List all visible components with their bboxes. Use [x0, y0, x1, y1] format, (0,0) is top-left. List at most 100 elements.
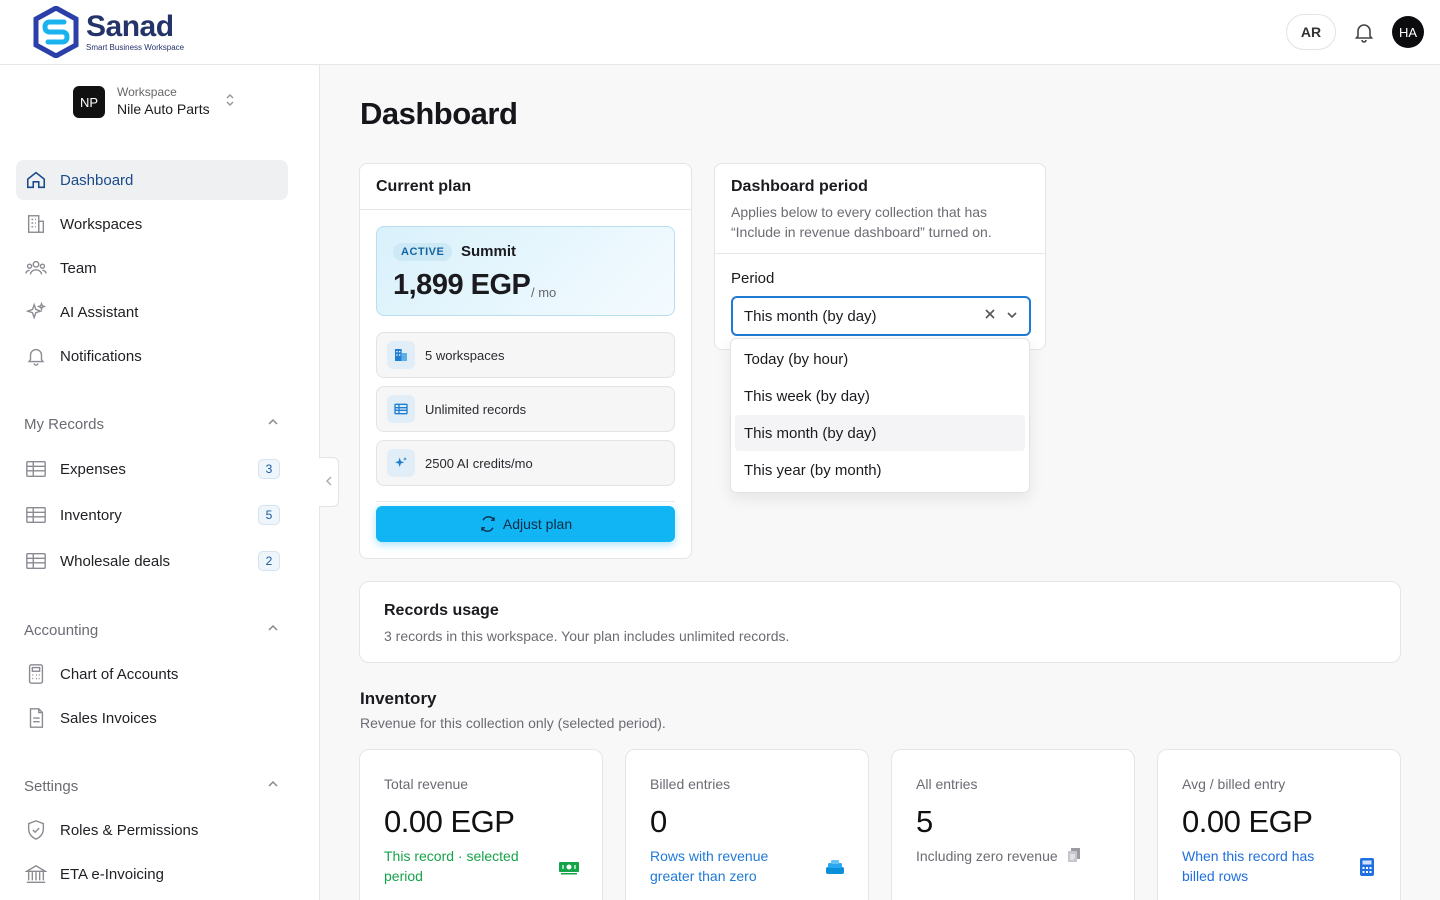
period-select[interactable]: This month (by day) — [731, 296, 1031, 336]
chevron-up-icon — [266, 777, 280, 795]
stack-icon — [824, 856, 846, 878]
building-icon — [24, 212, 48, 236]
chevron-up-down-icon — [224, 91, 236, 114]
sidebar-item-notifications[interactable]: Notifications — [16, 336, 288, 376]
sidebar-item-label: Dashboard — [60, 171, 134, 189]
section-description: Revenue for this collection only (select… — [360, 715, 666, 731]
sidebar-collapse-button[interactable] — [319, 457, 339, 507]
section-title: Accounting — [24, 621, 99, 639]
adjust-plan-button[interactable]: Adjust plan — [376, 506, 675, 542]
stat-value: 0 — [650, 804, 667, 839]
sidebar-item-dashboard[interactable]: Dashboard — [16, 160, 288, 200]
sparkles-icon — [387, 449, 415, 477]
sidebar-item-team[interactable]: Team — [16, 248, 288, 288]
shield-icon — [24, 818, 48, 842]
team-icon — [24, 256, 48, 280]
stat-caption: When this record has billed rows — [1182, 846, 1342, 886]
chevron-up-icon — [266, 621, 280, 639]
sidebar-item-label: Roles & Permissions — [60, 821, 199, 839]
stat-caption: This record · selected period — [384, 846, 544, 886]
plan-summary: ACTIVE Summit 1,899 EGP / mo — [376, 226, 675, 316]
section-settings[interactable]: Settings — [24, 776, 280, 796]
stat-card-billed-entries: Billed entries 0 Rows with revenue great… — [625, 749, 869, 900]
plan-feature-ai-credits: 2500 AI credits/mo — [376, 440, 675, 486]
workspace-switcher[interactable]: NP Workspace Nile Auto Parts — [73, 85, 236, 119]
dropdown-option[interactable]: Today (by hour) — [735, 341, 1025, 377]
card-description: Applies below to every collection that h… — [731, 202, 1029, 242]
workspace-label: Workspace — [117, 85, 177, 99]
sparkles-icon — [24, 300, 48, 324]
sidebar-item-workspaces[interactable]: Workspaces — [16, 204, 288, 244]
sidebar-item-label: Team — [60, 259, 97, 277]
stat-label: Total revenue — [384, 776, 469, 792]
feature-label: 5 workspaces — [425, 347, 505, 363]
sidebar-item-eta-e-invoicing[interactable]: ETA e-Invoicing — [16, 854, 288, 894]
sidebar-item-sales-invoices[interactable]: Sales Invoices — [16, 698, 288, 738]
brand-name: Sanad — [86, 9, 174, 43]
chevron-down-icon[interactable] — [1005, 308, 1019, 326]
top-bar: Sanad Smart Business Workspace AR HA — [0, 0, 1440, 65]
description-line: Applies below to every collection that h… — [731, 204, 988, 220]
dropdown-option[interactable]: This week (by day) — [735, 378, 1025, 414]
section-accounting[interactable]: Accounting — [24, 620, 280, 640]
brand-logo[interactable]: Sanad Smart Business Workspace — [32, 6, 184, 58]
stat-label: All entries — [916, 776, 978, 792]
table-icon — [387, 395, 415, 423]
notifications-bell-icon[interactable] — [1352, 20, 1376, 44]
caption-line: This record · selected — [384, 848, 519, 864]
stat-value: 0.00 EGP — [384, 804, 515, 839]
sidebar-item-label: Chart of Accounts — [60, 665, 179, 683]
count-badge: 3 — [258, 459, 280, 479]
plan-name: Summit — [461, 243, 517, 260]
records-usage-card: Records usage 3 records in this workspac… — [359, 581, 1401, 663]
period-label: Period — [731, 270, 775, 287]
count-badge: 5 — [258, 505, 280, 525]
brand-tagline: Smart Business Workspace — [86, 42, 185, 52]
feature-label: Unlimited records — [425, 401, 527, 417]
plan-feature-workspaces: 5 workspaces — [376, 332, 675, 378]
count-badge: 2 — [258, 551, 280, 571]
status-badge: ACTIVE — [393, 243, 453, 261]
stat-label: Avg / billed entry — [1182, 776, 1286, 792]
stat-label: Billed entries — [650, 776, 731, 792]
table-icon — [24, 503, 48, 527]
card-title: Current plan — [360, 164, 691, 210]
button-label: Adjust plan — [502, 516, 573, 532]
document-icon — [24, 706, 48, 730]
sidebar-item-label: Workspaces — [60, 215, 143, 233]
sidebar-item-label: ETA e-Invoicing — [60, 865, 164, 883]
sidebar-item-label: Inventory — [60, 506, 122, 524]
workspace-name: Nile Auto Parts — [117, 101, 210, 117]
sidebar-item-label: Wholesale deals — [60, 552, 171, 570]
logo-hexagon-icon — [33, 6, 79, 58]
bank-icon — [24, 862, 48, 886]
dropdown-option[interactable]: This year (by month) — [735, 452, 1025, 488]
dropdown-option-selected[interactable]: This month (by day) — [735, 415, 1025, 451]
caption-line: billed rows — [1182, 868, 1249, 884]
user-avatar[interactable]: HA — [1392, 16, 1424, 48]
caption-line: greater than zero — [650, 868, 757, 884]
documents-icon — [1066, 847, 1082, 868]
page-title: Dashboard — [360, 96, 518, 131]
card-title: Records usage — [384, 602, 499, 619]
section-my-records[interactable]: My Records — [24, 414, 280, 434]
bell-icon — [24, 344, 48, 368]
sidebar-item-inventory[interactable]: Inventory 5 — [16, 495, 288, 535]
stat-caption: Including zero revenue — [916, 846, 1116, 868]
home-icon — [24, 168, 48, 192]
sidebar-item-roles-permissions[interactable]: Roles & Permissions — [16, 810, 288, 850]
sidebar-item-chart-of-accounts[interactable]: Chart of Accounts — [16, 654, 288, 694]
divider — [376, 501, 675, 502]
caption-line: When this record has — [1182, 848, 1315, 864]
current-plan-card: Current plan ACTIVE Summit 1,899 EGP / m… — [359, 163, 692, 559]
sidebar-item-expenses[interactable]: Expenses 3 — [16, 449, 288, 489]
sidebar-item-wholesale-deals[interactable]: Wholesale deals 2 — [16, 541, 288, 581]
stat-value: 5 — [916, 804, 933, 839]
dashboard-period-card: Dashboard period Applies below to every … — [714, 163, 1046, 350]
clear-icon[interactable] — [983, 307, 997, 326]
calculator-icon — [1356, 856, 1378, 878]
language-toggle-button[interactable]: AR — [1286, 14, 1336, 50]
card-title: Dashboard period — [731, 178, 868, 195]
sidebar-item-label: Notifications — [60, 347, 142, 365]
sidebar-item-ai-assistant[interactable]: AI Assistant — [16, 292, 288, 332]
